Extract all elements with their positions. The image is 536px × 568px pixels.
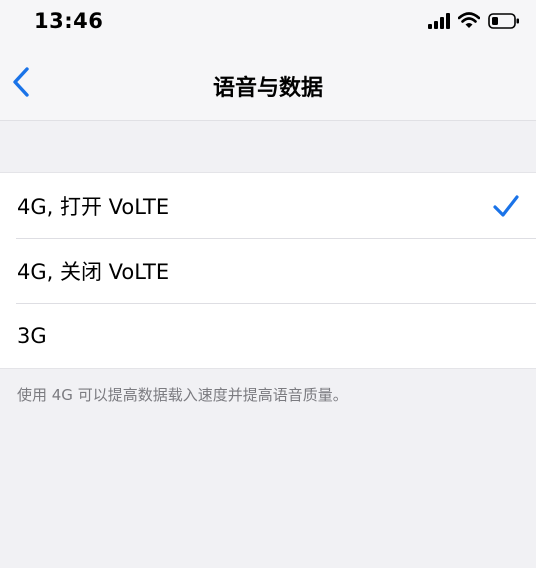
option-label: 4G, 关闭 VoLTE bbox=[17, 259, 170, 284]
option-label: 4G, 打开 VoLTE bbox=[17, 194, 170, 219]
status-bar: 13:46 bbox=[0, 0, 536, 46]
battery-icon bbox=[488, 12, 520, 33]
navigation-bar: 语音与数据 bbox=[0, 46, 536, 121]
option-label: 3G bbox=[17, 323, 47, 348]
page-title: 语音与数据 bbox=[212, 76, 323, 101]
status-icons bbox=[428, 12, 520, 33]
wifi-icon bbox=[457, 12, 481, 33]
status-time: 13:46 bbox=[34, 9, 104, 33]
cellular-signal-icon bbox=[428, 12, 450, 33]
checkmark-icon bbox=[492, 193, 520, 219]
voice-data-options: 4G, 打开 VoLTE 4G, 关闭 VoLTE 3G bbox=[0, 172, 536, 369]
option-3g[interactable]: 3G bbox=[0, 303, 536, 368]
option-4g-volte-off[interactable]: 4G, 关闭 VoLTE bbox=[0, 238, 536, 303]
option-4g-volte-on[interactable]: 4G, 打开 VoLTE bbox=[0, 173, 536, 238]
footer-note: 使用 4G 可以提高数据载入速度并提高语音质量。 bbox=[17, 386, 348, 404]
